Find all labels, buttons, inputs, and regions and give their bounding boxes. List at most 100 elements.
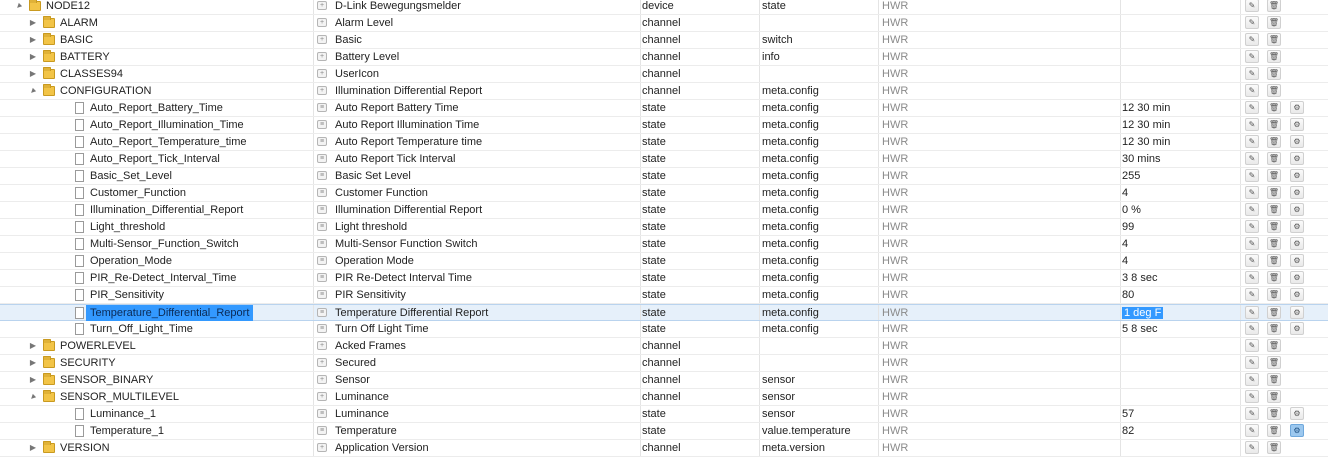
delete-button[interactable]: 🗑: [1267, 33, 1281, 46]
object-id[interactable]: Illumination_Differential_Report: [90, 202, 243, 218]
object-id[interactable]: CLASSES94: [60, 66, 123, 82]
settings-button[interactable]: ⚙: [1290, 152, 1304, 165]
edit-button[interactable]: ✎: [1245, 169, 1259, 182]
object-id[interactable]: BATTERY: [60, 49, 110, 65]
object-id[interactable]: Auto_Report_Tick_Interval: [90, 151, 220, 167]
edit-button[interactable]: ✎: [1245, 220, 1259, 233]
object-value[interactable]: 5 8 sec: [1122, 321, 1157, 337]
delete-button[interactable]: 🗑: [1267, 373, 1281, 386]
expand-arrow-icon[interactable]: ▶: [28, 66, 38, 82]
delete-button[interactable]: 🗑: [1267, 220, 1281, 233]
edit-button[interactable]: ✎: [1245, 203, 1259, 216]
object-id[interactable]: SENSOR_BINARY: [60, 372, 153, 388]
delete-button[interactable]: 🗑: [1267, 356, 1281, 369]
object-id[interactable]: Luminance_1: [90, 406, 156, 422]
delete-button[interactable]: 🗑: [1267, 254, 1281, 267]
delete-button[interactable]: 🗑: [1267, 67, 1281, 80]
delete-button[interactable]: 🗑: [1267, 50, 1281, 63]
object-value[interactable]: 12 30 min: [1122, 100, 1170, 116]
delete-button[interactable]: 🗑: [1267, 16, 1281, 29]
delete-button[interactable]: 🗑: [1267, 118, 1281, 131]
table-row[interactable]: Luminance_1 ≡ Luminance state sensor HWR 57 ✎ 🗑 ⚙: [0, 406, 1328, 423]
delete-button[interactable]: 🗑: [1267, 0, 1281, 12]
edit-button[interactable]: ✎: [1245, 306, 1259, 319]
edit-button[interactable]: ✎: [1245, 288, 1259, 301]
delete-button[interactable]: 🗑: [1267, 169, 1281, 182]
object-id[interactable]: Auto_Report_Battery_Time: [90, 100, 223, 116]
table-row[interactable]: ▶ CLASSES94 + UserIcon channel HWR ✎ 🗑: [0, 66, 1328, 83]
delete-button[interactable]: 🗑: [1267, 101, 1281, 114]
object-id[interactable]: BASIC: [60, 32, 93, 48]
object-id[interactable]: Operation_Mode: [90, 253, 172, 269]
object-id[interactable]: PIR_Sensitivity: [90, 287, 164, 303]
table-row[interactable]: Customer_Function ≡ Customer Function state…: [0, 185, 1328, 202]
object-id[interactable]: Temperature_1: [90, 423, 164, 439]
expand-arrow-icon[interactable]: ▶: [28, 440, 38, 456]
table-row[interactable]: ▶ BASIC + Basic channel switch HWR ✎ 🗑: [0, 32, 1328, 49]
settings-button[interactable]: ⚙: [1290, 288, 1304, 301]
object-value[interactable]: 80: [1122, 287, 1134, 303]
collapse-arrow-icon[interactable]: ▲: [24, 82, 42, 100]
edit-button[interactable]: ✎: [1245, 407, 1259, 420]
table-row[interactable]: Auto_Report_Tick_Interval ≡ Auto Report Ti…: [0, 151, 1328, 168]
table-row[interactable]: PIR_Re-Detect_Interval_Time ≡ PIR Re-Detec…: [0, 270, 1328, 287]
object-id[interactable]: Auto_Report_Illumination_Time: [90, 117, 244, 133]
delete-button[interactable]: 🗑: [1267, 84, 1281, 97]
object-value[interactable]: 4: [1122, 236, 1128, 252]
table-row[interactable]: ▶ VERSION + Application Version channel meta.…: [0, 440, 1328, 457]
expand-arrow-icon[interactable]: ▶: [28, 15, 38, 31]
table-row[interactable]: Illumination_Differential_Report ≡ Illumin…: [0, 202, 1328, 219]
edit-button[interactable]: ✎: [1245, 0, 1259, 12]
expand-arrow-icon[interactable]: ▶: [28, 355, 38, 371]
table-row[interactable]: ▶ SECURITY + Secured channel HWR ✎ 🗑: [0, 355, 1328, 372]
edit-button[interactable]: ✎: [1245, 441, 1259, 454]
table-row[interactable]: ▶ SENSOR_BINARY + Sensor channel sensor HWR ✎ 🗑: [0, 372, 1328, 389]
settings-button[interactable]: ⚙: [1290, 254, 1304, 267]
settings-button[interactable]: ⚙: [1290, 220, 1304, 233]
object-id[interactable]: POWERLEVEL: [60, 338, 136, 354]
settings-button[interactable]: ⚙: [1290, 237, 1304, 250]
object-value[interactable]: 30 mins: [1122, 151, 1161, 167]
object-id[interactable]: Multi-Sensor_Function_Switch: [90, 236, 239, 252]
settings-button[interactable]: ⚙: [1290, 322, 1304, 335]
edit-button[interactable]: ✎: [1245, 237, 1259, 250]
delete-button[interactable]: 🗑: [1267, 271, 1281, 284]
edit-button[interactable]: ✎: [1245, 254, 1259, 267]
edit-button[interactable]: ✎: [1245, 33, 1259, 46]
settings-button[interactable]: ⚙: [1290, 118, 1304, 131]
table-row[interactable]: ▶ ALARM + Alarm Level channel HWR ✎ 🗑: [0, 15, 1328, 32]
table-row[interactable]: Turn_Off_Light_Time ≡ Turn Off Light Time s…: [0, 321, 1328, 338]
edit-button[interactable]: ✎: [1245, 16, 1259, 29]
delete-button[interactable]: 🗑: [1267, 135, 1281, 148]
object-value[interactable]: 57: [1122, 406, 1134, 422]
edit-button[interactable]: ✎: [1245, 186, 1259, 199]
edit-button[interactable]: ✎: [1245, 356, 1259, 369]
table-row[interactable]: PIR_Sensitivity ≡ PIR Sensitivity state meta…: [0, 287, 1328, 304]
settings-button[interactable]: ⚙: [1290, 424, 1304, 437]
table-row[interactable]: ▶ POWERLEVEL + Acked Frames channel HWR ✎ 🗑: [0, 338, 1328, 355]
settings-button[interactable]: ⚙: [1290, 101, 1304, 114]
table-row[interactable]: Operation_Mode ≡ Operation Mode state meta.c…: [0, 253, 1328, 270]
object-id[interactable]: Temperature_Differential_Report: [86, 305, 254, 321]
object-value[interactable]: 82: [1122, 423, 1134, 439]
table-row[interactable]: Auto_Report_Battery_Time ≡ Auto Report Bat…: [0, 100, 1328, 117]
expand-arrow-icon[interactable]: ▶: [28, 32, 38, 48]
edit-button[interactable]: ✎: [1245, 50, 1259, 63]
collapse-arrow-icon[interactable]: ▲: [10, 0, 28, 15]
object-id[interactable]: VERSION: [60, 440, 110, 456]
expand-arrow-icon[interactable]: ▶: [28, 372, 38, 388]
table-row[interactable]: Temperature_Differential_Report ≡ Temperat…: [0, 304, 1328, 321]
object-value[interactable]: 12 30 min: [1122, 117, 1170, 133]
settings-button[interactable]: ⚙: [1290, 407, 1304, 420]
edit-button[interactable]: ✎: [1245, 373, 1259, 386]
object-id[interactable]: ALARM: [60, 15, 98, 31]
object-value[interactable]: 12 30 min: [1122, 134, 1170, 150]
object-id[interactable]: CONFIGURATION: [60, 83, 151, 99]
edit-button[interactable]: ✎: [1245, 424, 1259, 437]
settings-button[interactable]: ⚙: [1290, 271, 1304, 284]
object-value[interactable]: 1 deg F: [1122, 305, 1164, 321]
object-id[interactable]: Basic_Set_Level: [90, 168, 172, 184]
collapse-arrow-icon[interactable]: ▲: [24, 388, 42, 406]
table-row[interactable]: Auto_Report_Illumination_Time ≡ Auto Repor…: [0, 117, 1328, 134]
delete-button[interactable]: 🗑: [1267, 237, 1281, 250]
